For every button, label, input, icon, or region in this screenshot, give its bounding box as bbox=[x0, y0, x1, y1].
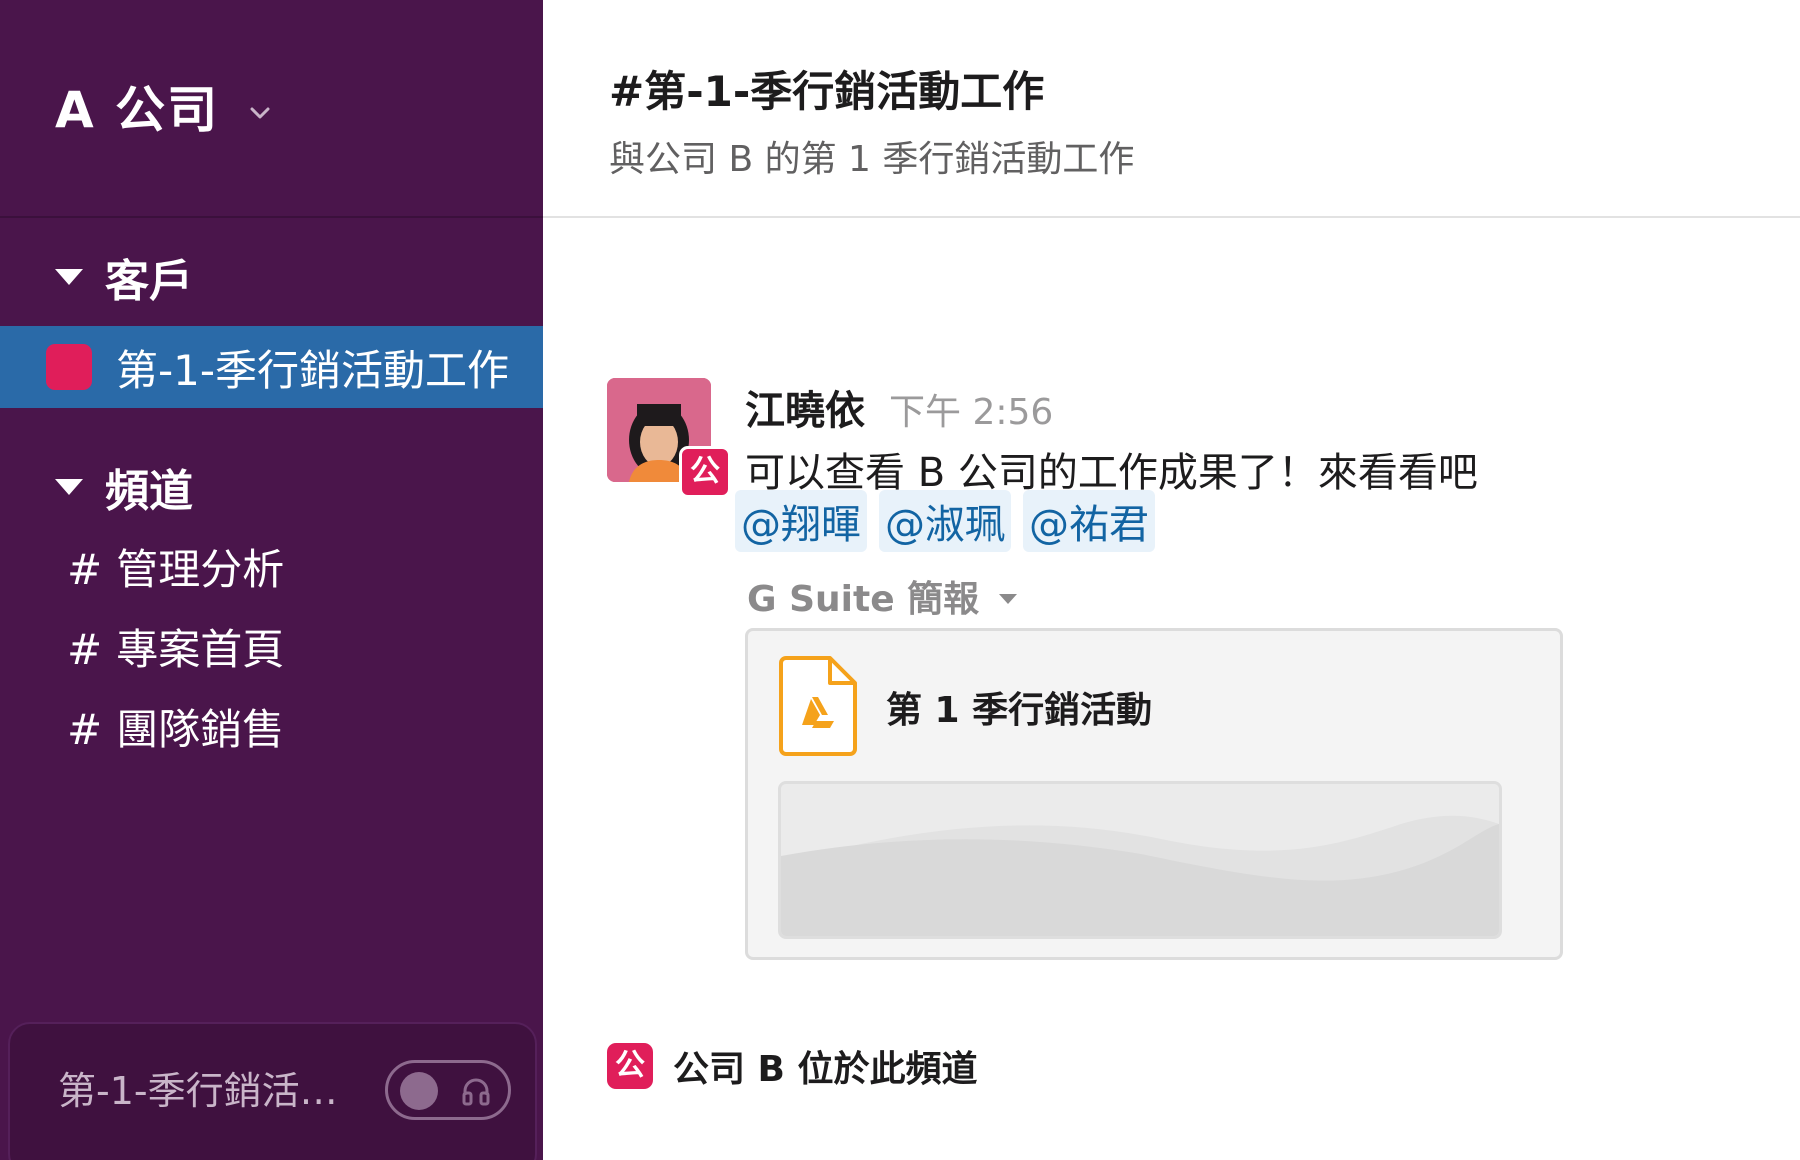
sidebar-item-channel[interactable]: # 團隊銷售 bbox=[67, 700, 284, 780]
workspace-switcher[interactable]: A 公司 bbox=[55, 70, 271, 142]
app-label-text: G Suite 簡報 bbox=[747, 579, 980, 620]
shared-channel-icon bbox=[46, 344, 92, 390]
toggle-knob bbox=[400, 1072, 438, 1110]
channel-title[interactable]: #第-1-季行銷活動工作 bbox=[609, 58, 1044, 119]
sidebar-item-label: 團隊銷售 bbox=[116, 705, 285, 754]
huddle-channel-label: 第-1-季行銷活… bbox=[58, 1069, 338, 1113]
message-header: 江曉依 下午 2:56 bbox=[745, 378, 1053, 436]
sidebar-item-active-channel[interactable]: 第-1-季行銷活動工作 bbox=[0, 326, 543, 408]
external-org-badge: 公 bbox=[679, 446, 731, 498]
sidebar: A 公司 客戶 第-1-季行銷活動工作 頻道 # 管理分析 # 專案首頁 # 團… bbox=[0, 0, 543, 1160]
channel-list: # 管理分析 # 專案首頁 # 團隊銷售 bbox=[67, 540, 284, 780]
user-mention[interactable]: @祐君 bbox=[1023, 490, 1155, 552]
mention-list: @翔暉 @淑珮 @祐君 bbox=[735, 490, 1167, 552]
section-label: 客戶 bbox=[105, 256, 193, 307]
huddle-toggle[interactable] bbox=[385, 1060, 511, 1120]
channel-header: #第-1-季行銷活動工作 與公司 B 的第 1 季行銷活動工作 bbox=[543, 0, 1800, 218]
user-mention[interactable]: @淑珮 bbox=[879, 490, 1011, 552]
caret-down-icon bbox=[55, 269, 83, 285]
headphones-icon bbox=[462, 1078, 490, 1106]
caret-down-icon bbox=[55, 479, 83, 495]
message-timestamp[interactable]: 下午 2:56 bbox=[889, 383, 1053, 435]
hash-icon: # bbox=[67, 545, 103, 594]
shared-channel-notice-text: 公司 B 位於此頻道 bbox=[673, 1049, 978, 1090]
sidebar-divider bbox=[0, 216, 543, 218]
channel-description: 與公司 B 的第 1 季行銷活動工作 bbox=[609, 139, 1135, 180]
preview-wave-graphic bbox=[781, 784, 1499, 936]
attachment-app-label[interactable]: G Suite 簡報 bbox=[747, 570, 1018, 622]
section-label: 頻道 bbox=[105, 466, 193, 517]
message-author[interactable]: 江曉依 bbox=[745, 378, 865, 436]
section-header-channels[interactable]: 頻道 bbox=[55, 455, 193, 519]
chevron-down-icon bbox=[250, 107, 270, 119]
hash-icon: # bbox=[67, 705, 103, 754]
sidebar-item-channel[interactable]: # 管理分析 bbox=[67, 540, 284, 620]
caret-down-icon bbox=[999, 594, 1018, 604]
file-title: 第 1 季行銷活動 bbox=[886, 690, 1153, 731]
user-mention[interactable]: @翔暉 bbox=[735, 490, 867, 552]
sidebar-item-channel[interactable]: # 專案首頁 bbox=[67, 620, 284, 700]
app-window: A 公司 客戶 第-1-季行銷活動工作 頻道 # 管理分析 # 專案首頁 # 團… bbox=[0, 0, 1800, 1160]
main-pane: #第-1-季行銷活動工作 與公司 B 的第 1 季行銷活動工作 公 江曉依 下午… bbox=[543, 0, 1800, 1160]
file-preview bbox=[778, 781, 1502, 939]
shared-channel-notice: 公 公司 B 位於此頻道 bbox=[607, 1040, 978, 1092]
external-org-icon: 公 bbox=[607, 1043, 653, 1089]
sidebar-item-label: 管理分析 bbox=[116, 545, 285, 594]
sidebar-item-label: 第-1-季行銷活動工作 bbox=[116, 345, 510, 395]
section-header-clients[interactable]: 客戶 bbox=[55, 245, 193, 309]
file-attachment-card[interactable]: 第 1 季行銷活動 bbox=[745, 628, 1563, 960]
hash-icon: # bbox=[67, 625, 103, 674]
huddle-bar: 第-1-季行銷活… bbox=[8, 1022, 537, 1160]
google-slides-icon bbox=[779, 656, 857, 756]
sidebar-item-label: 專案首頁 bbox=[116, 625, 285, 674]
workspace-name: A 公司 bbox=[55, 81, 220, 139]
